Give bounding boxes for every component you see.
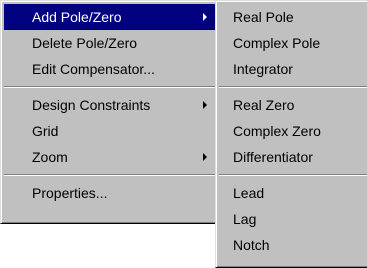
menu-item-label: Real Pole [233, 9, 294, 25]
menu-item-label: Differentiator [233, 149, 313, 165]
menu-item-label: Properties... [32, 185, 108, 201]
menu-item-label: Complex Zero [233, 123, 321, 139]
menu-item-label: Add Pole/Zero [32, 9, 122, 25]
menu-item-zoom[interactable]: Zoom [4, 144, 215, 170]
menu-item-label: Real Zero [233, 97, 295, 113]
submenu-item-real-zero[interactable]: Real Zero [219, 92, 367, 118]
menu-separator [219, 82, 367, 92]
menu-item-label: Integrator [233, 61, 293, 77]
submenu-item-lead[interactable]: Lead [219, 180, 367, 206]
submenu-arrow-icon [203, 13, 207, 21]
menu-item-properties[interactable]: Properties... [4, 180, 215, 206]
menu-item-delete-pole-zero[interactable]: Delete Pole/Zero [4, 30, 215, 56]
menu-item-label: Zoom [32, 149, 68, 165]
add-pole-zero-submenu: Real Pole Complex Pole Integrator Real Z… [215, 0, 367, 268]
submenu-item-integrator[interactable]: Integrator [219, 56, 367, 82]
context-menu: Add Pole/Zero Delete Pole/Zero Edit Comp… [0, 0, 219, 224]
menu-separator [4, 82, 215, 92]
submenu-arrow-icon [203, 153, 207, 161]
menu-item-label: Complex Pole [233, 35, 321, 51]
menu-item-label: Grid [32, 123, 59, 139]
menu-item-add-pole-zero[interactable]: Add Pole/Zero [4, 4, 215, 30]
menu-item-label: Design Constraints [32, 97, 151, 113]
submenu-item-differentiator[interactable]: Differentiator [219, 144, 367, 170]
submenu-item-complex-zero[interactable]: Complex Zero [219, 118, 367, 144]
menu-separator [219, 170, 367, 180]
submenu-item-lag[interactable]: Lag [219, 206, 367, 232]
menu-item-label: Notch [233, 237, 270, 253]
menu-item-label: Edit Compensator... [32, 61, 155, 77]
menu-separator [4, 170, 215, 180]
menu-item-grid[interactable]: Grid [4, 118, 215, 144]
menu-item-label: Lead [233, 185, 265, 201]
menu-item-label: Delete Pole/Zero [32, 35, 138, 51]
submenu-item-complex-pole[interactable]: Complex Pole [219, 30, 367, 56]
submenu-item-notch[interactable]: Notch [219, 232, 367, 258]
menu-item-design-constraints[interactable]: Design Constraints [4, 92, 215, 118]
menu-item-edit-compensator[interactable]: Edit Compensator... [4, 56, 215, 82]
menu-item-label: Lag [233, 211, 257, 227]
submenu-item-real-pole[interactable]: Real Pole [219, 4, 367, 30]
submenu-arrow-icon [203, 101, 207, 109]
